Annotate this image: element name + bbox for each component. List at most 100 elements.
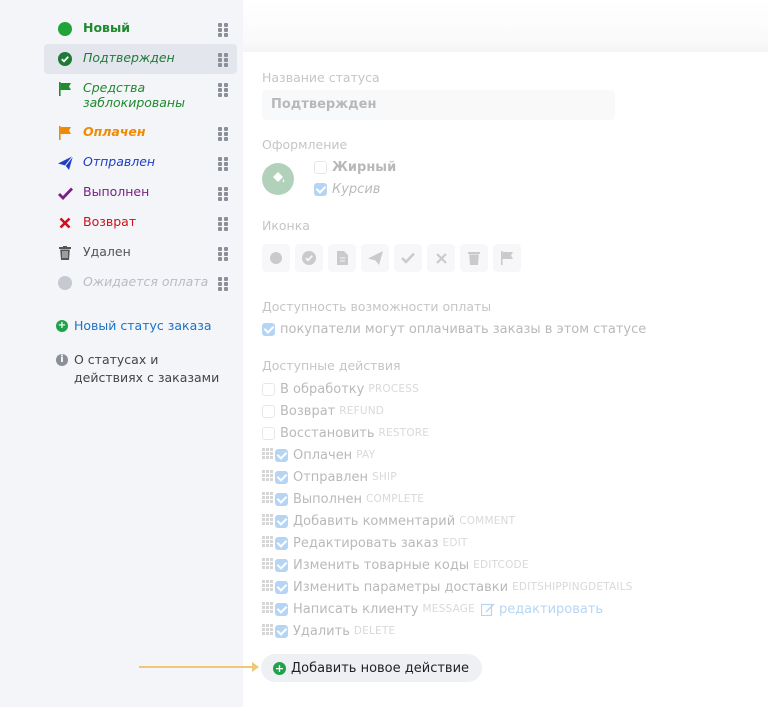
icon-picker — [262, 244, 521, 272]
flag-icon[interactable] — [493, 244, 521, 272]
drag-handle-icon[interactable] — [262, 624, 273, 638]
drag-handle-icon[interactable] — [218, 217, 228, 231]
drag-handle-icon[interactable] — [218, 23, 228, 37]
checkmark-icon — [57, 185, 73, 201]
drag-handle-icon[interactable] — [262, 580, 273, 594]
sidebar-item-status[interactable]: Выполнен — [44, 178, 237, 208]
drag-handle-icon[interactable] — [262, 448, 273, 462]
action-label: Добавить комментарий — [293, 513, 456, 529]
action-checkbox[interactable] — [262, 404, 275, 418]
payment-checkbox[interactable] — [262, 323, 275, 336]
drag-handle-icon[interactable] — [262, 602, 273, 616]
checkmark-icon[interactable] — [394, 244, 422, 272]
drag-handle-icon[interactable] — [218, 277, 228, 291]
drag-handle-icon[interactable] — [218, 83, 228, 97]
action-checkbox[interactable] — [275, 624, 288, 638]
action-checkbox[interactable] — [275, 492, 288, 506]
sidebar-item-label: Подтвержден — [83, 50, 175, 65]
payment-option-label: покупатели могут оплачивать заказы в это… — [280, 322, 647, 337]
action-row[interactable]: Изменить товарные коды EDITCODE — [262, 556, 529, 574]
drag-handle-icon[interactable] — [262, 470, 273, 484]
sidebar-item-status[interactable]: Подтвержден — [44, 44, 237, 74]
action-checkbox[interactable] — [275, 602, 288, 616]
action-checkbox[interactable] — [262, 426, 275, 440]
bold-label: Жирный — [332, 160, 397, 175]
bold-option[interactable]: Жирный — [314, 160, 396, 175]
cross-icon — [57, 215, 73, 231]
edit-icon — [480, 603, 495, 616]
action-label: Возврат — [280, 403, 336, 419]
status-editor: Название статуса Подтвержден Оформление … — [243, 0, 768, 707]
sidebar-item-status[interactable]: Отправлен — [44, 148, 237, 178]
drag-handle-icon[interactable] — [218, 247, 228, 261]
info-icon: i — [56, 354, 68, 366]
action-row[interactable]: Изменить параметры доставки EDITSHIPPINGD… — [262, 578, 633, 596]
action-checkbox[interactable] — [275, 448, 288, 462]
sidebar-item-label: Отправлен — [83, 154, 156, 169]
sidebar-item-status[interactable]: Средства заблокированы — [44, 74, 237, 118]
cross-icon[interactable] — [427, 244, 455, 272]
action-row[interactable]: Оплачен PAY — [262, 446, 375, 464]
trash-icon — [57, 245, 73, 261]
action-row[interactable]: Добавить комментарий COMMENT — [262, 512, 515, 530]
sidebar-item-status[interactable]: Удален — [44, 238, 237, 268]
italic-checkbox[interactable] — [314, 183, 327, 196]
italic-option[interactable]: Курсив — [314, 182, 380, 197]
drag-handle-icon[interactable] — [262, 514, 273, 528]
sidebar-item-status[interactable]: Ожидается оплата — [44, 268, 237, 298]
check-circle-icon[interactable] — [295, 244, 323, 272]
paper-plane-icon[interactable] — [361, 244, 389, 272]
action-checkbox[interactable] — [275, 470, 288, 484]
action-row[interactable]: Возврат REFUND — [262, 402, 384, 420]
action-code: COMMENT — [459, 515, 516, 527]
sidebar-item-label: Оплачен — [83, 124, 146, 139]
italic-label: Курсив — [332, 182, 381, 197]
plus-circle-icon: + — [56, 320, 68, 332]
add-action-button[interactable]: + Добавить новое действие — [261, 654, 483, 682]
info-link[interactable]: i О статусах и действиях с заказами — [56, 351, 228, 387]
action-checkbox[interactable] — [262, 382, 275, 396]
bold-checkbox[interactable] — [314, 161, 327, 174]
drag-handle-icon[interactable] — [218, 53, 228, 67]
drag-handle-icon[interactable] — [218, 187, 228, 201]
sidebar-item-status[interactable]: Возврат — [44, 208, 237, 238]
action-label: Изменить товарные коды — [293, 557, 470, 573]
action-checkbox[interactable] — [275, 558, 288, 572]
action-code: PAY — [356, 449, 376, 461]
sidebar-item-label: Новый — [83, 20, 131, 35]
drag-handle-icon[interactable] — [262, 492, 273, 506]
action-checkbox[interactable] — [275, 536, 288, 550]
new-status-link[interactable]: + Новый статус заказа — [56, 317, 212, 335]
sidebar-item-status[interactable]: Оплачен — [44, 118, 237, 148]
action-label: Удалить — [293, 623, 350, 639]
drag-handle-icon[interactable] — [262, 536, 273, 550]
action-row[interactable]: Написать клиенту MESSAGE редактировать — [262, 600, 603, 618]
action-row[interactable]: Отправлен SHIP — [262, 468, 397, 486]
document-icon[interactable] — [328, 244, 356, 272]
action-checkbox[interactable] — [275, 580, 288, 594]
action-label: Выполнен — [293, 491, 362, 507]
status-name-input[interactable]: Подтвержден — [262, 90, 615, 120]
header-shadow — [243, 0, 768, 52]
sidebar-item-label: Выполнен — [83, 184, 150, 199]
action-checkbox[interactable] — [275, 514, 288, 528]
action-row[interactable]: Восстановить RESTORE — [262, 424, 429, 442]
edit-action-link[interactable]: редактировать — [480, 602, 603, 617]
action-label: Редактировать заказ — [293, 535, 439, 551]
action-row[interactable]: Выполнен COMPLETE — [262, 490, 424, 508]
color-picker-button[interactable] — [262, 163, 294, 195]
circle-icon[interactable] — [262, 244, 290, 272]
drag-handle-icon[interactable] — [218, 157, 228, 171]
action-label: Отправлен — [293, 469, 368, 485]
trash-icon[interactable] — [460, 244, 488, 272]
payment-option[interactable]: покупатели могут оплачивать заказы в это… — [262, 322, 646, 337]
action-row[interactable]: В обработку PROCESS — [262, 380, 419, 398]
paint-bucket-icon — [270, 169, 286, 189]
action-row[interactable]: Редактировать заказ EDIT — [262, 534, 468, 552]
action-row[interactable]: Удалить DELETE — [262, 622, 395, 640]
sidebar-item-status[interactable]: Новый — [44, 14, 237, 44]
green-circle-icon — [57, 21, 73, 37]
drag-handle-icon[interactable] — [262, 558, 273, 572]
action-label: Написать клиенту — [293, 601, 419, 617]
drag-handle-icon[interactable] — [218, 127, 228, 141]
